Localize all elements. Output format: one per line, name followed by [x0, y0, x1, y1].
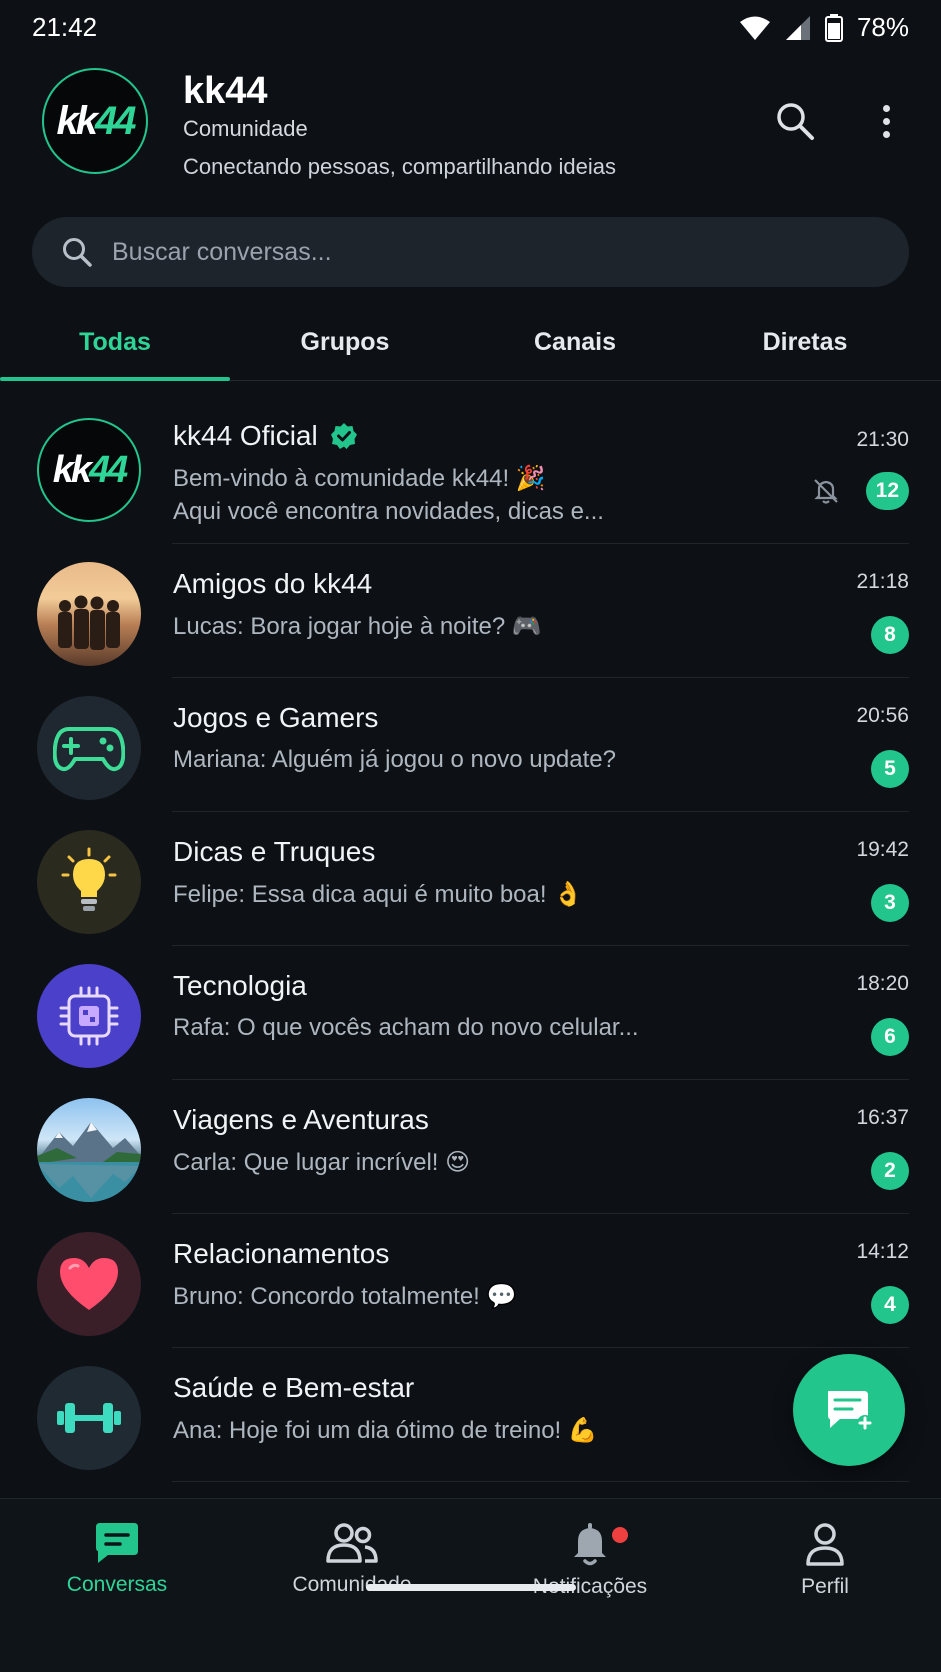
- chat-time: 21:18: [856, 570, 909, 593]
- community-name: kk44: [183, 70, 268, 112]
- battery-icon: [824, 13, 843, 42]
- community-header: kk 44 kk44 Comunidade Conectando pessoas,…: [0, 60, 941, 200]
- filter-tabs: Todas Grupos Canais Diretas: [0, 305, 941, 381]
- unread-badge: 8: [871, 616, 909, 654]
- chat-time: 21:30: [856, 428, 909, 451]
- chat-preview: Mariana: Alguém já jogou o novo update?: [173, 746, 616, 773]
- more-options-icon[interactable]: [868, 98, 904, 144]
- lightbulb-avatar: [37, 830, 141, 934]
- dumbbell-avatar: [37, 1366, 141, 1470]
- avatar-logo-left: kk: [52, 448, 92, 491]
- unread-badge: 5: [871, 750, 909, 788]
- chat-preview: Bruno: Concordo totalmente! 💬: [173, 1283, 517, 1310]
- community-people-icon: [326, 1523, 378, 1563]
- chat-item-jogos-e-gamers[interactable]: Jogos e Gamers Mariana: Alguém já jogou …: [0, 678, 941, 812]
- tab-canais[interactable]: Canais: [460, 305, 690, 380]
- heart-avatar: [37, 1232, 141, 1336]
- chip-avatar: [37, 964, 141, 1068]
- avatar-logo-right: 44: [89, 448, 128, 491]
- chat-preview: Lucas: Bora jogar hoje à noite? 🎮: [173, 613, 542, 640]
- kk44-logo-avatar: kk 44: [37, 418, 141, 522]
- status-bar: 21:42 78%: [0, 0, 941, 56]
- new-chat-button[interactable]: [793, 1354, 905, 1466]
- tab-diretas[interactable]: Diretas: [690, 305, 920, 380]
- notification-dot: [612, 1527, 628, 1543]
- chat-title: Amigos do kk44: [173, 568, 373, 599]
- chat-title: Relacionamentos: [173, 1238, 390, 1269]
- chat-item-viagens-e-aventuras[interactable]: Viagens e Aventuras Carla: Que lugar inc…: [0, 1080, 941, 1214]
- unread-badge: 12: [865, 472, 909, 510]
- profile-icon: [806, 1523, 844, 1566]
- chat-time: 19:42: [856, 838, 909, 861]
- nav-conversas[interactable]: Conversas: [17, 1521, 217, 1597]
- nav-label: Perfil: [801, 1575, 849, 1598]
- search-bar: [32, 217, 909, 287]
- home-indicator[interactable]: [366, 1584, 576, 1591]
- chat-item-amigos-do-kk44[interactable]: Amigos do kk44 Lucas: Bora jogar hoje à …: [0, 544, 941, 678]
- chat-title: kk44 Oficial: [173, 420, 358, 452]
- chat-item-kk44-oficial[interactable]: kk 44 kk44 Oficial Bem-vindo à comunidade…: [0, 400, 941, 544]
- community-description: Conectando pessoas, compartilhando ideia…: [183, 154, 616, 179]
- dumbbell-icon: [57, 1403, 121, 1433]
- friends-silhouette-icon: [58, 595, 120, 650]
- chat-preview: Ana: Hoje foi um dia ótimo de treino! 💪: [173, 1417, 598, 1444]
- chat-list: kk 44 kk44 Oficial Bem-vindo à comunidade…: [0, 400, 941, 1498]
- wifi-icon: [739, 16, 770, 40]
- divider: [172, 1481, 909, 1482]
- bell-icon: [574, 1523, 606, 1566]
- chat-bubble-icon: [96, 1523, 138, 1563]
- chat-item-dicas-e-truques[interactable]: Dicas e Truques Felipe: Essa dica aqui é…: [0, 812, 941, 946]
- chat-preview-line2: Aqui você encontra novidades, dicas e...: [173, 498, 604, 525]
- chat-title: Saúde e Bem-estar: [173, 1372, 415, 1403]
- chat-title: Viagens e Aventuras: [173, 1104, 429, 1135]
- chat-time: 20:56: [856, 704, 909, 727]
- chat-item-relacionamentos[interactable]: Relacionamentos Bruno: Concordo totalmen…: [0, 1214, 941, 1348]
- tab-todas[interactable]: Todas: [0, 305, 230, 381]
- logo-text-left: kk: [56, 98, 98, 143]
- chat-preview-line1: Bem-vindo à comunidade kk44! 🎉: [173, 465, 546, 492]
- gamepad-avatar: [37, 696, 141, 800]
- chat-preview: Felipe: Essa dica aqui é muito boa! 👌: [173, 881, 584, 908]
- unread-badge: 4: [871, 1286, 909, 1324]
- search-input[interactable]: [112, 217, 909, 287]
- lightbulb-icon: [61, 847, 117, 911]
- chat-time: 14:12: [856, 1240, 909, 1263]
- friends-photo-avatar: [37, 562, 141, 666]
- logo-text-right: 44: [95, 98, 136, 143]
- chat-time: 18:20: [856, 972, 909, 995]
- nav-label: Conversas: [66, 1573, 168, 1596]
- chat-item-tecnologia[interactable]: Tecnologia Rafa: O que vocês acham do no…: [0, 946, 941, 1080]
- muted-bell-icon: [814, 479, 838, 504]
- search-icon: [63, 238, 92, 267]
- community-logo[interactable]: kk 44: [42, 68, 148, 174]
- chat-title: Dicas e Truques: [173, 836, 376, 867]
- unread-badge: 6: [871, 1018, 909, 1056]
- chat-title: Jogos e Gamers: [173, 702, 379, 733]
- status-icons: 78%: [739, 12, 909, 43]
- cellular-signal-icon: [785, 15, 810, 40]
- chat-title: Tecnologia: [173, 970, 307, 1001]
- community-type: Comunidade: [183, 116, 308, 141]
- verified-icon: [330, 423, 357, 449]
- new-message-icon: [828, 1391, 873, 1431]
- chat-preview: Rafa: O que vocês acham do novo celular.…: [173, 1014, 639, 1041]
- unread-badge: 3: [871, 884, 909, 922]
- chip-icon: [59, 986, 119, 1046]
- status-time: 21:42: [32, 12, 98, 42]
- unread-badge: 2: [871, 1152, 909, 1190]
- mountain-lake-icon: [37, 1122, 141, 1202]
- heart-icon: [60, 1258, 118, 1310]
- chat-preview: Bem-vindo à comunidade kk44! 🎉 Aqui você…: [173, 462, 604, 528]
- search-icon[interactable]: [772, 98, 818, 144]
- nav-perfil[interactable]: Perfil: [725, 1521, 925, 1599]
- chat-preview: Carla: Que lugar incrível! 😍: [173, 1149, 471, 1176]
- chat-time: 16:37: [856, 1106, 909, 1129]
- tab-grupos[interactable]: Grupos: [230, 305, 460, 380]
- battery-percentage: 78%: [856, 12, 909, 42]
- chat-name: kk44 Oficial: [173, 420, 318, 451]
- mountain-lake-avatar: [37, 1098, 141, 1202]
- gamepad-icon: [53, 727, 125, 772]
